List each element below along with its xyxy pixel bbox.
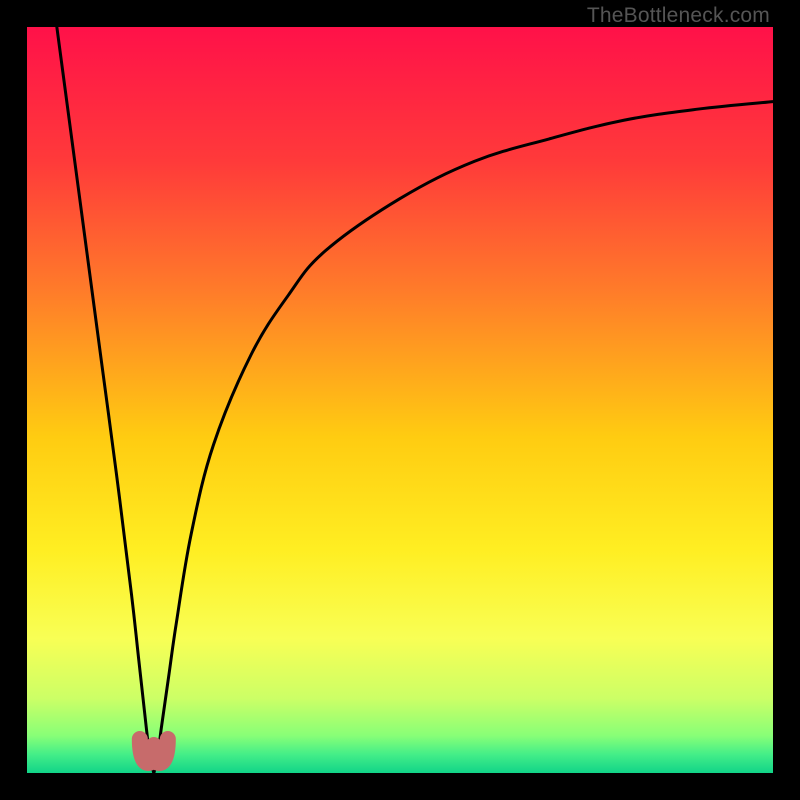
attribution-label: TheBottleneck.com <box>587 4 770 28</box>
bottleneck-curve-chart <box>27 27 773 773</box>
plot-area <box>27 27 773 773</box>
outer-frame: TheBottleneck.com <box>0 0 800 800</box>
dip-marker-icon <box>140 739 168 763</box>
